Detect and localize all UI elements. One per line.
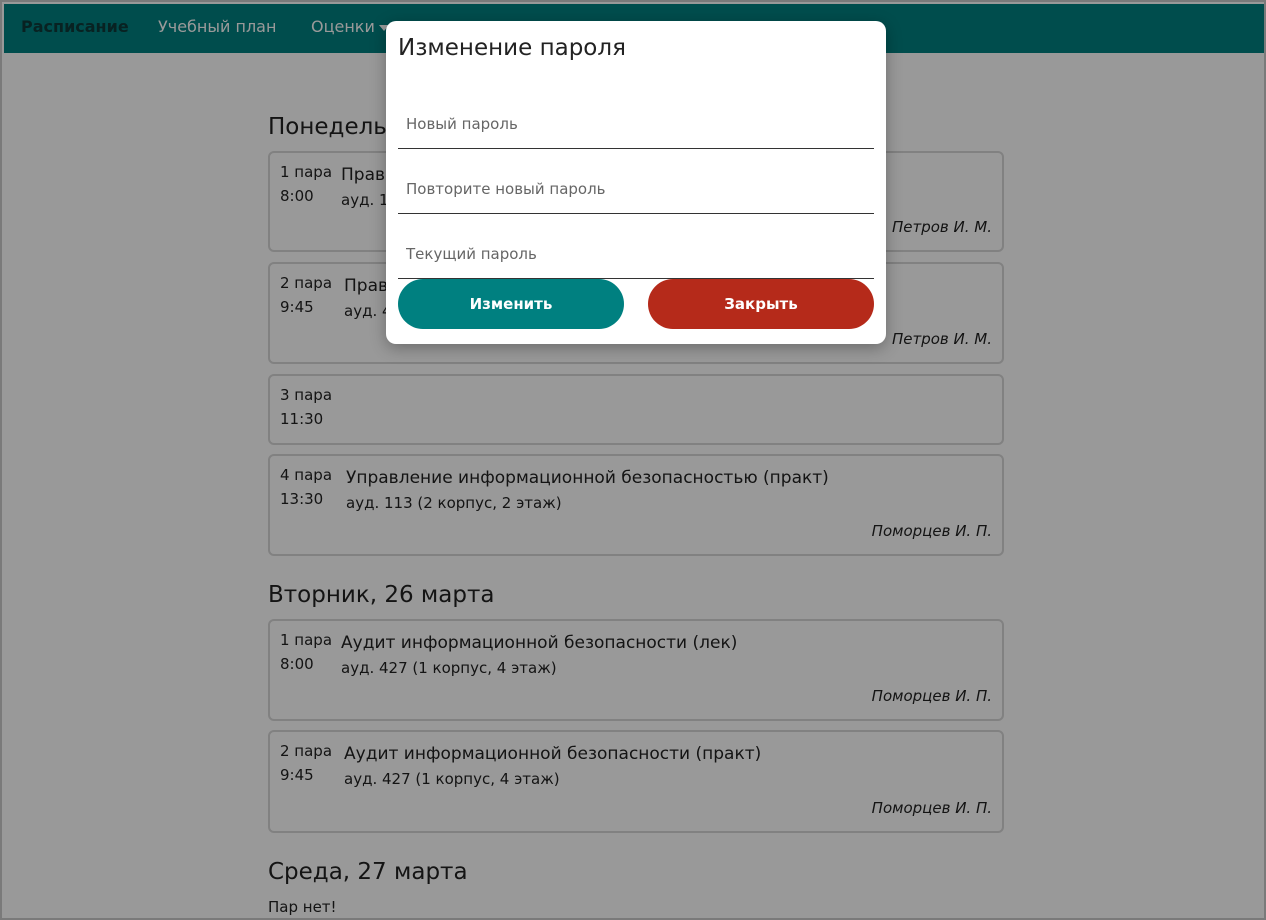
repeat-password-field[interactable] [398, 164, 874, 214]
current-password-field[interactable] [398, 229, 874, 279]
change-password-dialog: Изменение пароля Изменить Закрыть [386, 21, 886, 344]
change-password-button[interactable]: Изменить [398, 279, 624, 329]
new-password-field[interactable] [398, 99, 874, 149]
app-window: Расписание Учебный план Оценки Понедельн… [0, 0, 1266, 920]
close-dialog-button[interactable]: Закрыть [648, 279, 874, 329]
dialog-title: Изменение пароля [398, 35, 626, 61]
